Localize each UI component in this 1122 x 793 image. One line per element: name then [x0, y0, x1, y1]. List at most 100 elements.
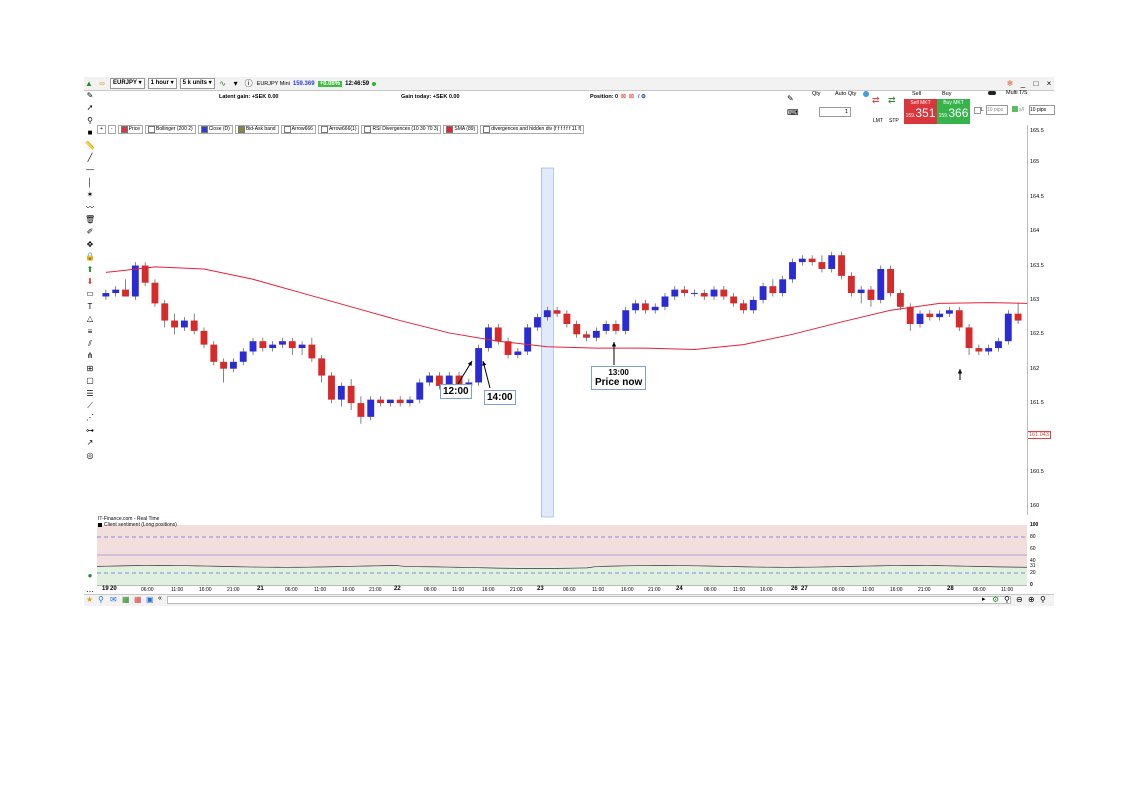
autoscale-icon[interactable]: ⚙	[992, 595, 999, 604]
multi-ts-toggle[interactable]	[988, 91, 996, 95]
price-chart[interactable]	[97, 134, 1027, 522]
info-icon[interactable]: ⓘ	[244, 79, 254, 89]
keyboard-icon[interactable]: ⌨	[787, 108, 799, 118]
stp-label[interactable]: STP	[889, 118, 899, 124]
ruler-icon[interactable]: 📏	[85, 141, 95, 151]
stop-pips-input[interactable]: 10 pips	[1029, 105, 1055, 115]
color-icon[interactable]: ■	[85, 128, 95, 138]
chart-type-icon[interactable]: ∿	[218, 79, 228, 89]
candle	[622, 306, 630, 335]
lock-icon[interactable]: 🔒	[85, 252, 95, 262]
window-icon[interactable]: ▣	[146, 595, 154, 604]
pencil-icon[interactable]: ✎	[85, 91, 95, 101]
stop-checkbox[interactable]	[1012, 106, 1018, 112]
candle	[612, 320, 620, 335]
link-icon[interactable]: ∞	[97, 79, 107, 89]
pen-icon[interactable]: ✎	[787, 94, 797, 104]
draw-tool-icon[interactable]: ✶	[85, 190, 95, 200]
price-tick: 162.5	[1030, 331, 1044, 338]
minimize-icon[interactable]: _	[1018, 79, 1028, 89]
time-tick: 06:00	[704, 587, 717, 593]
eraser-icon[interactable]: ✐	[85, 227, 95, 237]
line-icon[interactable]: ╱	[85, 153, 95, 163]
limit-pips-input[interactable]: 10 pips	[986, 105, 1008, 115]
rect-icon[interactable]: ▭	[85, 289, 95, 299]
interval-select[interactable]: 1 hour ▾	[147, 78, 177, 89]
sell-market-button[interactable]: Sell MKT 159.351	[904, 99, 937, 124]
mode-icon[interactable]: ★	[86, 595, 93, 604]
price-tick: 160.5	[1030, 468, 1044, 475]
candle-body	[485, 327, 492, 349]
fan-icon[interactable]: ⋰	[85, 413, 95, 423]
zoom-out-icon[interactable]: ⊖	[1016, 595, 1023, 604]
fib-icon[interactable]: ≡	[85, 327, 95, 337]
legend-item[interactable]: divergences and hidden div (f f f f f f …	[480, 125, 585, 134]
hline-icon[interactable]: —	[85, 165, 95, 175]
close-icon[interactable]: ×	[1044, 79, 1054, 89]
channel-icon[interactable]: ⫽	[85, 339, 95, 349]
indicators-icon[interactable]: ▦	[122, 595, 130, 604]
qty-input[interactable]: 1	[819, 107, 851, 117]
settings-icon[interactable]: / ⚙	[638, 94, 646, 100]
zoom-area-icon[interactable]: ⚲	[98, 595, 104, 604]
comment-icon[interactable]: ✉	[110, 595, 117, 604]
stop-order-icon[interactable]: ⇄	[888, 95, 896, 106]
candle-body	[563, 313, 571, 324]
text-icon[interactable]: T	[85, 302, 95, 312]
gann-icon[interactable]: ⊞	[85, 364, 95, 374]
candle-body	[131, 265, 139, 297]
legend-add-icon[interactable]: +	[97, 125, 106, 134]
restore-icon[interactable]: □	[1031, 79, 1041, 89]
magnifier-icon[interactable]: ⚲	[85, 116, 95, 126]
lmt-label[interactable]: LMT	[873, 118, 883, 124]
legend-item[interactable]: Bid-Ask band	[234, 125, 279, 134]
trash-icon[interactable]: 🗑	[85, 215, 95, 225]
up-arrow-icon[interactable]: ⬆	[85, 265, 95, 275]
wave-icon[interactable]: 〰	[85, 203, 95, 213]
zoom-icon[interactable]: ⚲	[1040, 595, 1046, 604]
horizontal-scrollbar[interactable]	[167, 596, 1011, 604]
buy-market-button[interactable]: Buy MKT 159.366	[937, 99, 970, 124]
zoom-in-icon[interactable]: ⊕	[1028, 595, 1035, 604]
target-icon[interactable]: ◎	[85, 451, 95, 461]
chart-logo-icon[interactable]: ▲	[84, 79, 94, 89]
limit-order-icon[interactable]: ⇄	[872, 95, 880, 106]
limit-checkbox-label: L	[981, 107, 984, 113]
legend-item[interactable]: Bollinger (200 2)	[145, 125, 196, 134]
link-icon[interactable]: ⊶	[85, 426, 95, 436]
candle-body	[690, 293, 698, 295]
legend-item[interactable]: Arrow666	[280, 125, 316, 134]
candle-body	[553, 310, 561, 314]
legend-item[interactable]: Arrow666(1)	[317, 125, 360, 134]
chevron-down-icon[interactable]: ▾	[231, 79, 241, 89]
legend-item[interactable]: RSI Divergences (10 30 70 3)	[361, 125, 442, 134]
ray-icon[interactable]: ⟋	[85, 401, 95, 411]
auto-qty-toggle[interactable]	[863, 91, 869, 97]
limit-checkbox[interactable]	[974, 107, 981, 114]
reverse-position-icon[interactable]: ☒	[629, 94, 634, 100]
box-icon[interactable]: ▢	[85, 376, 95, 386]
triangle-icon[interactable]: △	[85, 314, 95, 324]
vline-icon[interactable]: │	[85, 178, 95, 188]
cursor-icon[interactable]: ➚	[85, 103, 95, 113]
legend-remove-icon[interactable]: -	[107, 125, 116, 134]
down-arrow-icon[interactable]: ⬇	[85, 277, 95, 287]
legend-item[interactable]: Price	[117, 125, 143, 134]
time-tick: 11:00	[1001, 587, 1014, 593]
candle	[367, 396, 375, 421]
close-position-icon[interactable]: ☒	[621, 94, 626, 100]
units-select[interactable]: 5 k units ▾	[179, 78, 215, 89]
scroll-left-icon[interactable]: «	[158, 595, 162, 602]
legend-item[interactable]: SMA (89)	[443, 125, 479, 134]
layout-icon[interactable]: ▦	[134, 595, 142, 604]
legend-item[interactable]: Close (D)	[197, 125, 233, 134]
scroll-right-icon[interactable]: ▸	[982, 595, 986, 603]
instrument-select[interactable]: EURJPY ▾	[110, 78, 145, 89]
lines-icon[interactable]: ☰	[85, 389, 95, 399]
sentiment-settings-icon[interactable]: ●	[85, 571, 95, 581]
pitchfork-icon[interactable]: ⋔	[85, 351, 95, 361]
zoom-reset-icon[interactable]: ⚲	[1004, 595, 1010, 604]
arrow-icon[interactable]: ↗	[85, 438, 95, 448]
move-icon[interactable]: ✥	[85, 240, 95, 250]
price-tick: 165	[1030, 159, 1040, 166]
